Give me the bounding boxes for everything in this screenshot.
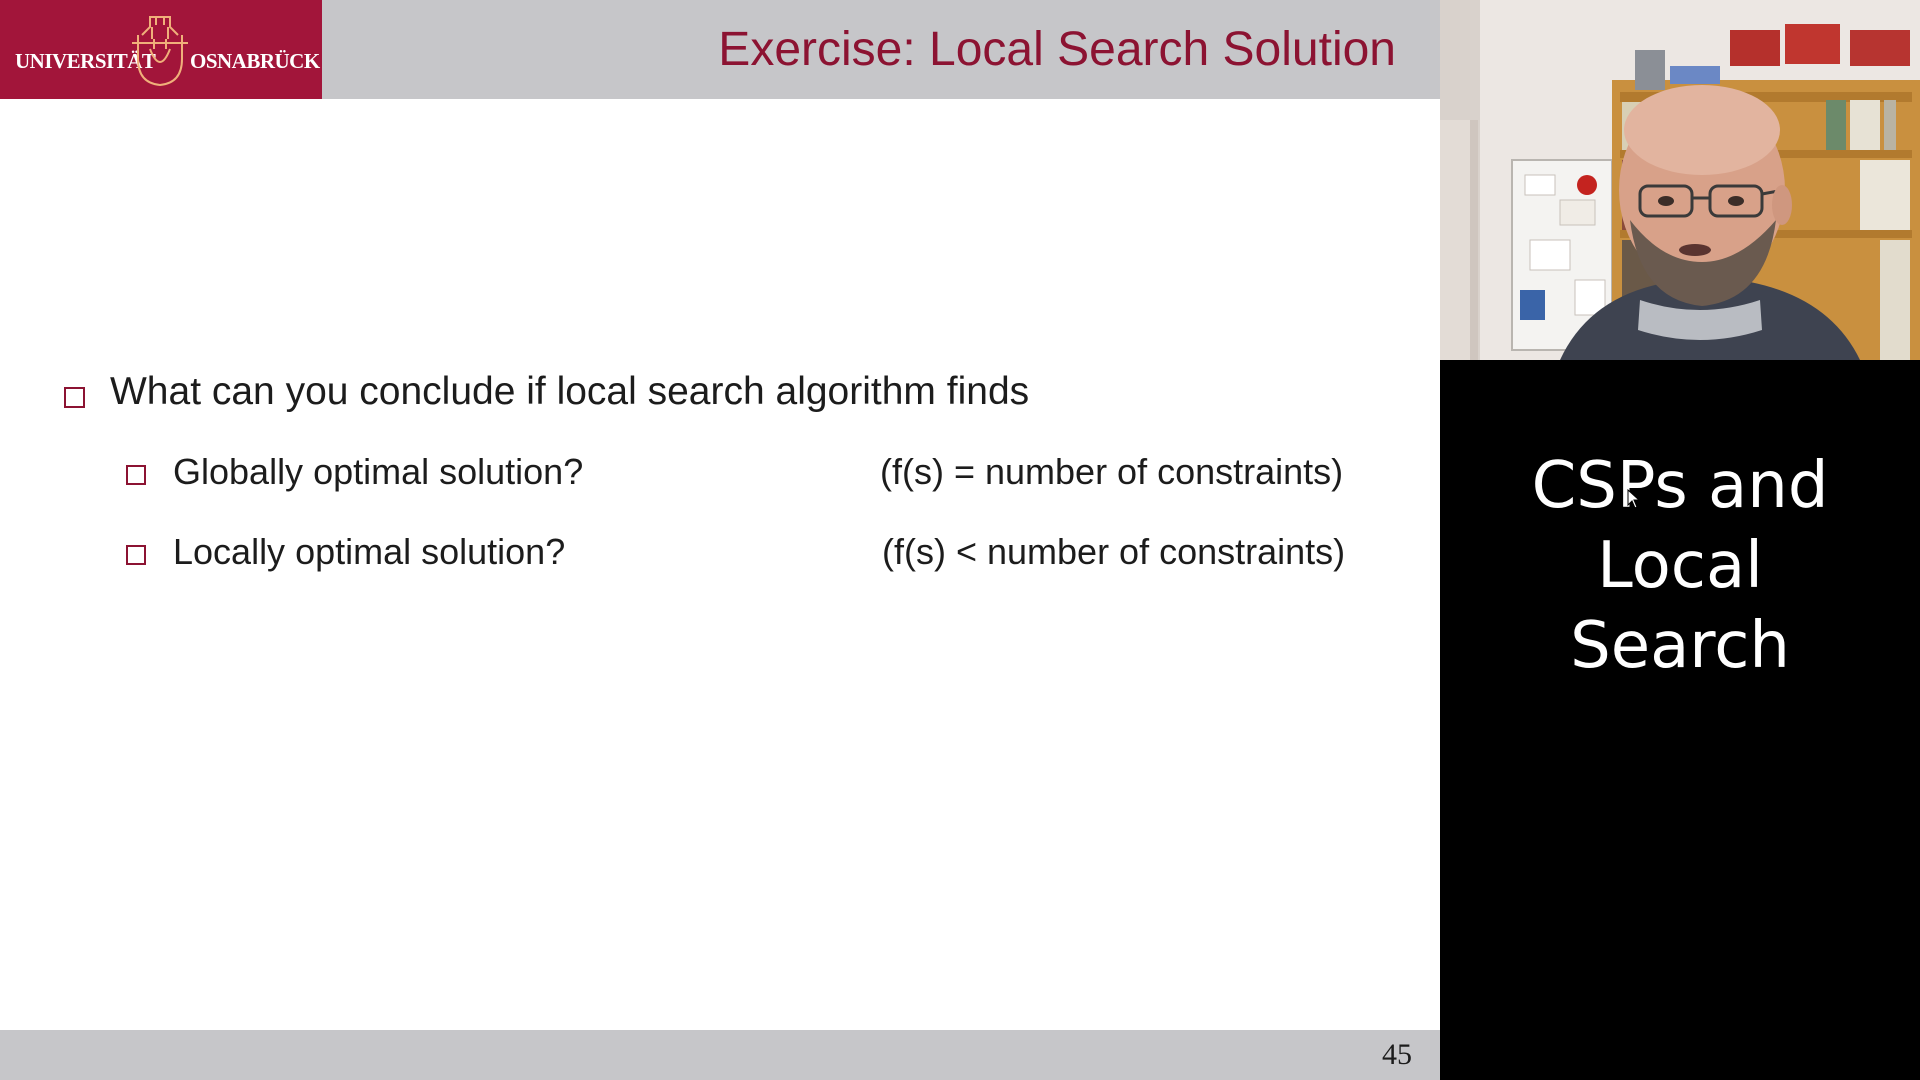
logo-text-right: OSNABRÜCK — [190, 49, 320, 73]
university-logo: UNIVERSITÄT OSNABRÜCK — [0, 0, 322, 99]
slide-footer: 45 — [0, 1030, 1440, 1080]
sub-question-local: Locally optimal solution? — [173, 531, 566, 572]
sub-question-global: Globally optimal solution? — [173, 451, 584, 492]
bullet-square-icon — [126, 465, 146, 485]
slide-header: UNIVERSITÄT OSNABRÜCK Exercise: Local Se… — [0, 0, 1440, 99]
video-caption: CSPs and Local Search — [1440, 446, 1920, 686]
formula-local: (f(s) < number of constraints) — [882, 531, 1346, 572]
page-number: 45 — [1382, 1038, 1412, 1071]
side-panel: CSPs and Local Search — [1440, 0, 1920, 1080]
bullet-square-icon — [126, 545, 146, 565]
video-frame: UNIVERSITÄT OSNABRÜCK Exercise: Local Se… — [0, 0, 1920, 1080]
bullet-square-icon — [64, 387, 85, 408]
caption-line: Local — [1597, 529, 1763, 603]
webcam-scene — [1440, 0, 1920, 360]
webcam-video-icon — [1440, 0, 1920, 360]
formula-global: (f(s) = number of constraints) — [880, 451, 1344, 492]
caption-line: Search — [1570, 609, 1790, 683]
university-emblem-icon — [132, 16, 188, 87]
mouse-cursor-icon — [1627, 489, 1641, 509]
caption-line: CSPs and — [1531, 449, 1829, 523]
main-question: What can you conclude if local search al… — [110, 370, 1030, 413]
slide-title: Exercise: Local Search Solution — [718, 23, 1396, 76]
presentation-slide: UNIVERSITÄT OSNABRÜCK Exercise: Local Se… — [0, 0, 1440, 1080]
